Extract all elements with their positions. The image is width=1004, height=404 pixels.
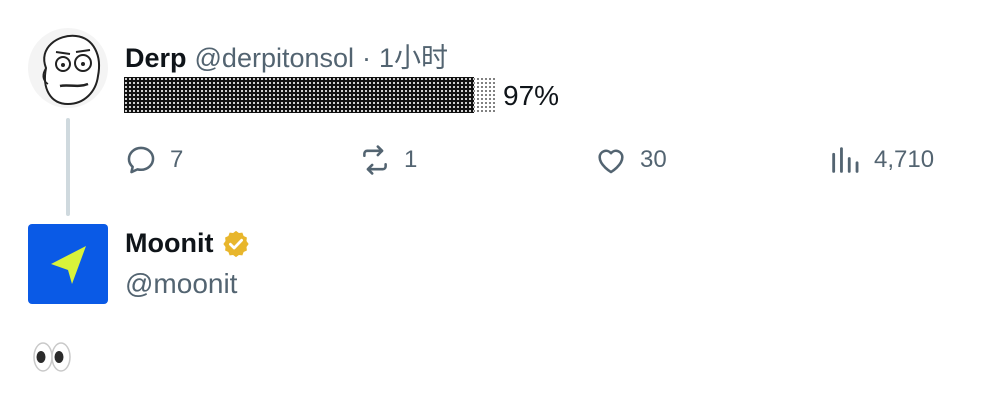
eyes-icon: [33, 342, 71, 372]
reply-count: 7: [170, 146, 184, 173]
separator: ·: [362, 43, 372, 73]
moonit-logo-icon: [51, 246, 86, 284]
tweet-header: Moonit: [125, 228, 251, 259]
verified-badge-icon[interactable]: [221, 229, 251, 259]
view-count: 4,710: [874, 146, 935, 173]
display-name[interactable]: Derp: [125, 43, 187, 74]
reply-button[interactable]: 7: [124, 140, 183, 180]
progress-fill: [124, 77, 474, 113]
progress-percent: 97%: [503, 80, 560, 111]
handle[interactable]: @moonit: [125, 268, 237, 300]
thread-connector-line: [66, 118, 70, 216]
handle[interactable]: @derpitonsol: [195, 43, 355, 74]
analytics-bars-icon: [832, 147, 859, 173]
moonit-avatar[interactable]: [28, 224, 108, 304]
heart-icon: [598, 149, 624, 174]
timestamp[interactable]: 1小时: [379, 36, 448, 75]
derp-face-icon: [28, 28, 108, 108]
reply-icon: [127, 146, 155, 174]
views-button[interactable]: 4,710: [828, 140, 934, 180]
repost-count: 1: [404, 146, 418, 173]
display-name[interactable]: Moonit: [125, 228, 213, 259]
tweet-header: Derp @derpitonsol · 1小时: [125, 36, 448, 75]
progress-track: [124, 77, 496, 113]
like-button[interactable]: 30: [594, 140, 667, 180]
repost-button[interactable]: 1: [358, 140, 417, 180]
progress-bar: [124, 77, 496, 113]
repost-icon: [363, 145, 387, 175]
eyes-emoji: [32, 340, 72, 374]
like-count: 30: [640, 146, 667, 173]
avatar[interactable]: [28, 28, 108, 108]
